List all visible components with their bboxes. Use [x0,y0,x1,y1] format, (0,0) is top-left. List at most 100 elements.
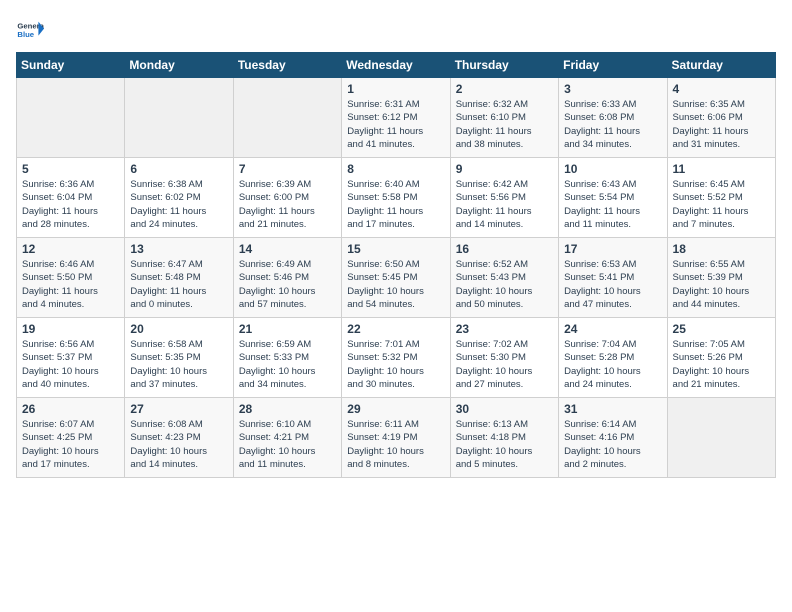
day-info: Sunrise: 6:10 AM Sunset: 4:21 PM Dayligh… [239,418,336,471]
day-info: Sunrise: 6:46 AM Sunset: 5:50 PM Dayligh… [22,258,119,311]
calendar-cell: 8Sunrise: 6:40 AM Sunset: 5:58 PM Daylig… [342,158,450,238]
weekday-header-monday: Monday [125,53,233,78]
day-number: 21 [239,322,336,336]
calendar-cell: 28 Sunrise: 6:10 AM Sunset: 4:21 PM Dayli… [233,398,341,478]
day-info: Sunrise: 6:56 AM Sunset: 5:37 PM Dayligh… [22,338,119,391]
day-number: 8 [347,162,444,176]
day-number: 2 [456,82,553,96]
calendar-cell [667,398,775,478]
calendar-cell: 13 Sunrise: 6:47 AM Sunset: 5:48 PM Dayli… [125,238,233,318]
day-info: Sunrise: 6:59 AM Sunset: 5:33 PM Dayligh… [239,338,336,391]
day-number: 7 [239,162,336,176]
calendar-cell [125,78,233,158]
calendar-cell [233,78,341,158]
day-number: 5 [22,162,119,176]
calendar-table: SundayMondayTuesdayWednesdayThursdayFrid… [16,52,776,478]
calendar-cell: 22Sunrise: 7:01 AM Sunset: 5:32 PM Dayli… [342,318,450,398]
day-number: 29 [347,402,444,416]
calendar-cell: 17 Sunrise: 6:53 AM Sunset: 5:41 PM Dayli… [559,238,667,318]
calendar-cell: 5 Sunrise: 6:36 AM Sunset: 6:04 PM Daylig… [17,158,125,238]
day-number: 30 [456,402,553,416]
day-number: 11 [673,162,770,176]
calendar-cell: 10 Sunrise: 6:43 AM Sunset: 5:54 PM Dayli… [559,158,667,238]
calendar-cell: 27 Sunrise: 6:08 AM Sunset: 4:23 PM Dayli… [125,398,233,478]
calendar-cell: 15Sunrise: 6:50 AM Sunset: 5:45 PM Dayli… [342,238,450,318]
day-info: Sunrise: 7:05 AM Sunset: 5:26 PM Dayligh… [673,338,770,391]
day-number: 27 [130,402,227,416]
day-number: 25 [673,322,770,336]
calendar-cell: 2Sunrise: 6:32 AM Sunset: 6:10 PM Daylig… [450,78,558,158]
calendar-cell: 1 Sunrise: 6:31 AM Sunset: 6:12 PM Daylig… [342,78,450,158]
day-info: Sunrise: 6:49 AM Sunset: 5:46 PM Dayligh… [239,258,336,311]
calendar-cell: 3 Sunrise: 6:33 AM Sunset: 6:08 PM Daylig… [559,78,667,158]
calendar-cell: 20 Sunrise: 6:58 AM Sunset: 5:35 PM Dayli… [125,318,233,398]
calendar-cell: 23Sunrise: 7:02 AM Sunset: 5:30 PM Dayli… [450,318,558,398]
day-info: Sunrise: 6:13 AM Sunset: 4:18 PM Dayligh… [456,418,553,471]
calendar-cell: 4 Sunrise: 6:35 AM Sunset: 6:06 PM Daylig… [667,78,775,158]
day-number: 16 [456,242,553,256]
day-info: Sunrise: 6:38 AM Sunset: 6:02 PM Dayligh… [130,178,227,231]
weekday-header-friday: Friday [559,53,667,78]
day-number: 31 [564,402,661,416]
day-number: 1 [347,82,444,96]
day-number: 24 [564,322,661,336]
day-number: 19 [22,322,119,336]
day-info: Sunrise: 6:14 AM Sunset: 4:16 PM Dayligh… [564,418,661,471]
calendar-cell: 25 Sunrise: 7:05 AM Sunset: 5:26 PM Dayli… [667,318,775,398]
calendar-cell: 6 Sunrise: 6:38 AM Sunset: 6:02 PM Daylig… [125,158,233,238]
calendar-cell: 11 Sunrise: 6:45 AM Sunset: 5:52 PM Dayli… [667,158,775,238]
day-info: Sunrise: 6:58 AM Sunset: 5:35 PM Dayligh… [130,338,227,391]
calendar-cell: 21 Sunrise: 6:59 AM Sunset: 5:33 PM Dayli… [233,318,341,398]
day-info: Sunrise: 6:08 AM Sunset: 4:23 PM Dayligh… [130,418,227,471]
calendar-cell: 26 Sunrise: 6:07 AM Sunset: 4:25 PM Dayli… [17,398,125,478]
day-number: 14 [239,242,336,256]
calendar-cell: 9 Sunrise: 6:42 AM Sunset: 5:56 PM Daylig… [450,158,558,238]
calendar-cell [17,78,125,158]
day-info: Sunrise: 6:55 AM Sunset: 5:39 PM Dayligh… [673,258,770,311]
day-info: Sunrise: 6:31 AM Sunset: 6:12 PM Dayligh… [347,98,444,151]
svg-text:Blue: Blue [17,30,34,39]
weekday-header-wednesday: Wednesday [342,53,450,78]
day-info: Sunrise: 6:53 AM Sunset: 5:41 PM Dayligh… [564,258,661,311]
day-info: Sunrise: 6:47 AM Sunset: 5:48 PM Dayligh… [130,258,227,311]
calendar-cell: 19 Sunrise: 6:56 AM Sunset: 5:37 PM Dayli… [17,318,125,398]
day-info: Sunrise: 6:07 AM Sunset: 4:25 PM Dayligh… [22,418,119,471]
calendar-cell: 29 Sunrise: 6:11 AM Sunset: 4:19 PM Dayli… [342,398,450,478]
calendar-cell: 12 Sunrise: 6:46 AM Sunset: 5:50 PM Dayli… [17,238,125,318]
day-number: 17 [564,242,661,256]
weekday-header-saturday: Saturday [667,53,775,78]
calendar-cell: 7 Sunrise: 6:39 AM Sunset: 6:00 PM Daylig… [233,158,341,238]
weekday-header-sunday: Sunday [17,53,125,78]
day-info: Sunrise: 7:02 AM Sunset: 5:30 PM Dayligh… [456,338,553,391]
day-number: 12 [22,242,119,256]
weekday-header-tuesday: Tuesday [233,53,341,78]
day-number: 15 [347,242,444,256]
day-number: 26 [22,402,119,416]
day-number: 13 [130,242,227,256]
day-info: Sunrise: 6:11 AM Sunset: 4:19 PM Dayligh… [347,418,444,471]
day-number: 10 [564,162,661,176]
weekday-header-thursday: Thursday [450,53,558,78]
day-info: Sunrise: 6:42 AM Sunset: 5:56 PM Dayligh… [456,178,553,231]
day-info: Sunrise: 6:45 AM Sunset: 5:52 PM Dayligh… [673,178,770,231]
day-number: 4 [673,82,770,96]
day-number: 6 [130,162,227,176]
day-info: Sunrise: 6:33 AM Sunset: 6:08 PM Dayligh… [564,98,661,151]
calendar-cell: 18Sunrise: 6:55 AM Sunset: 5:39 PM Dayli… [667,238,775,318]
day-info: Sunrise: 6:39 AM Sunset: 6:00 PM Dayligh… [239,178,336,231]
calendar-cell: 31 Sunrise: 6:14 AM Sunset: 4:16 PM Dayli… [559,398,667,478]
calendar-cell: 16 Sunrise: 6:52 AM Sunset: 5:43 PM Dayli… [450,238,558,318]
calendar-cell: 14 Sunrise: 6:49 AM Sunset: 5:46 PM Dayli… [233,238,341,318]
logo: General Blue [16,16,46,44]
day-info: Sunrise: 6:43 AM Sunset: 5:54 PM Dayligh… [564,178,661,231]
calendar-cell: 30 Sunrise: 6:13 AM Sunset: 4:18 PM Dayli… [450,398,558,478]
day-info: Sunrise: 7:04 AM Sunset: 5:28 PM Dayligh… [564,338,661,391]
day-number: 3 [564,82,661,96]
day-number: 20 [130,322,227,336]
day-number: 9 [456,162,553,176]
day-info: Sunrise: 6:52 AM Sunset: 5:43 PM Dayligh… [456,258,553,311]
day-info: Sunrise: 6:36 AM Sunset: 6:04 PM Dayligh… [22,178,119,231]
calendar-cell: 24 Sunrise: 7:04 AM Sunset: 5:28 PM Dayli… [559,318,667,398]
day-info: Sunrise: 6:35 AM Sunset: 6:06 PM Dayligh… [673,98,770,151]
day-number: 28 [239,402,336,416]
